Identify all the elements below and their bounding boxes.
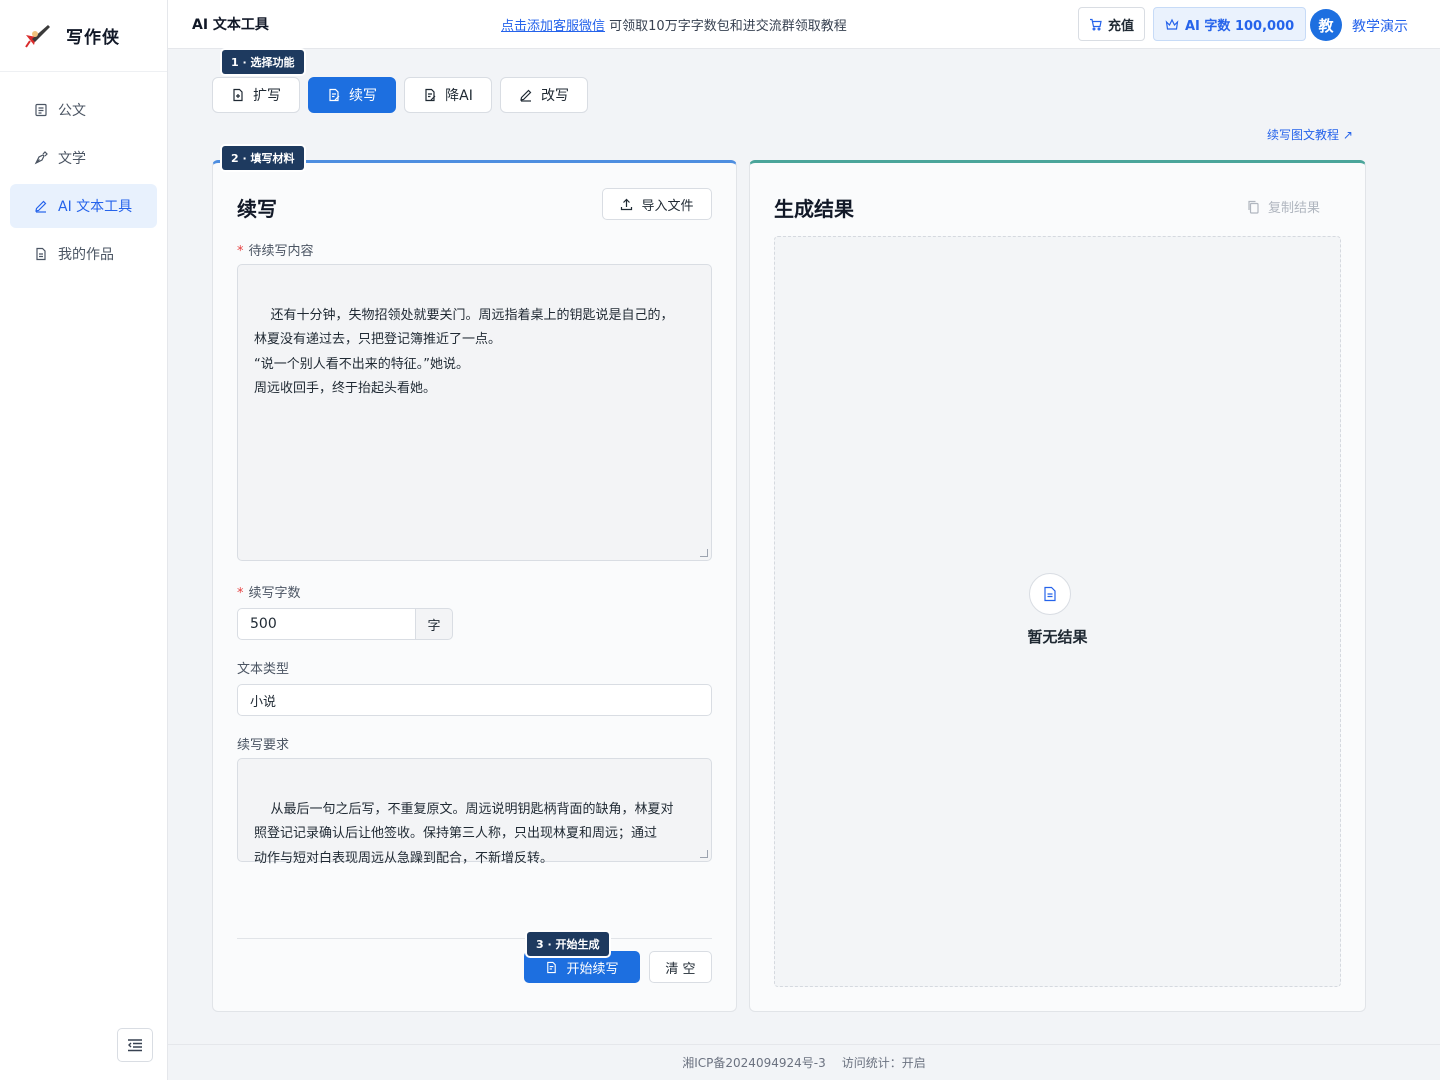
sidebar-item-label: 公文	[58, 103, 86, 119]
copy-result-button[interactable]: 复制结果	[1247, 197, 1320, 216]
import-label: 导入文件	[641, 198, 694, 214]
requirement-text: 从最后一句之后写，不重复原文。周远说明钥匙柄背面的缺角，林夏对 照登记记录确认后…	[254, 801, 674, 866]
content-field-label: * 待续写内容	[237, 240, 314, 259]
file-edit-icon	[327, 88, 341, 102]
step-badge-fill-material: 2 · 填写材料	[222, 146, 304, 170]
sidebar-item-label: 我的作品	[58, 247, 114, 263]
sidebar-item-literature[interactable]: 文学	[10, 136, 157, 180]
logo[interactable]: 写作侠	[0, 0, 167, 72]
tab-label: 扩写	[253, 88, 281, 104]
menu-collapse-icon	[128, 1039, 142, 1052]
resize-handle[interactable]	[700, 549, 708, 557]
add-wechat-link[interactable]: 点击添加客服微信	[501, 19, 605, 34]
word-quota-badge[interactable]: AI 字数 100,000	[1153, 7, 1307, 41]
sidebar-item-label: AI 文本工具	[58, 199, 133, 215]
user-name[interactable]: 教学演示	[1352, 16, 1408, 36]
sidebar-item-my-works[interactable]: 我的作品	[10, 232, 157, 276]
app-name: 写作侠	[66, 28, 120, 48]
copy-icon	[1247, 200, 1260, 214]
required-mark: *	[237, 586, 244, 601]
count-field-label: * 续写字数	[237, 582, 301, 601]
label-text: 续写字数	[248, 586, 301, 601]
requirement-textarea[interactable]: 从最后一句之后写，不重复原文。周远说明钥匙柄背面的缺角，林夏对 照登记记录确认后…	[237, 758, 712, 866]
sidebar-item-label: 文学	[58, 151, 86, 167]
result-panel: 生成结果 复制结果 暂无结果	[749, 160, 1366, 1012]
tab-label: 续写	[349, 88, 377, 104]
step-badge-start-generate: 3 · 开始生成	[527, 932, 609, 956]
pen-nib-icon	[34, 151, 48, 165]
file-shield-icon	[423, 88, 437, 102]
tab-continue[interactable]: 续写	[308, 77, 396, 113]
tab-rewrite[interactable]: 改写	[500, 77, 588, 113]
page-title: AI 文本工具	[192, 17, 269, 33]
empty-file-icon	[1029, 573, 1071, 615]
sidebar-item-ai-text-tools[interactable]: AI 文本工具	[10, 184, 157, 228]
file-edit-icon	[545, 961, 558, 974]
sidebar-item-official-docs[interactable]: 公文	[10, 88, 157, 132]
divider	[237, 938, 712, 939]
empty-state-text: 暂无结果	[1027, 628, 1088, 646]
document-list-icon	[34, 103, 48, 117]
required-mark: *	[237, 244, 244, 259]
tab-expand[interactable]: 扩写	[212, 77, 300, 113]
upload-icon	[620, 198, 633, 211]
tab-label: 改写	[541, 88, 569, 104]
recharge-button[interactable]: 充值	[1078, 7, 1146, 41]
notice-text: 可领取10万字字数包和进交流群领取教程	[609, 18, 847, 34]
collapse-sidebar-button[interactable]	[117, 1028, 153, 1062]
recharge-label: 充值	[1108, 18, 1135, 34]
visit-stats: 访问统计：开启	[841, 1056, 926, 1070]
label-text: 待续写内容	[248, 244, 314, 259]
start-label: 开始续写	[566, 961, 619, 977]
crown-icon	[1165, 18, 1179, 30]
icp-link[interactable]: 湘ICP备2024094924号-3	[682, 1054, 825, 1071]
pencil-icon	[34, 199, 48, 213]
result-title: 生成结果	[774, 197, 854, 221]
form-title: 续写	[237, 197, 277, 221]
file-icon	[34, 247, 48, 261]
logo-icon	[25, 24, 50, 48]
result-area: 暂无结果	[774, 236, 1341, 987]
avatar[interactable]: 教	[1310, 9, 1342, 41]
resize-handle[interactable]	[700, 850, 708, 858]
clear-button[interactable]: 清 空	[649, 951, 712, 983]
content-text: 还有十分钟，失物招领处就要关门。周远指着桌上的钥匙说是自己的， 林夏没有递过去，…	[254, 307, 674, 397]
continue-tutorial-link[interactable]: 续写图文教程 ↗	[1267, 126, 1353, 143]
tab-label: 降AI	[445, 88, 473, 104]
cart-icon	[1090, 18, 1102, 31]
requirement-field-label: 续写要求	[237, 738, 290, 753]
import-file-button[interactable]: 导入文件	[602, 188, 712, 220]
content-textarea[interactable]: 还有十分钟，失物招领处就要关门。周远指着桌上的钥匙说是自己的， 林夏没有递过去，…	[237, 264, 712, 561]
text-type-input[interactable]: 小说	[237, 684, 712, 716]
input-panel: 续写 导入文件 * 待续写内容 还有十分钟，失物招领处就要关门。周远指着桌上的钥匙…	[212, 160, 737, 1012]
step-badge-select-function: 1 · 选择功能	[222, 50, 304, 74]
sidebar: 写作侠 公文 文学 AI 文本工具 我的作品	[0, 0, 168, 1080]
copy-label: 复制结果	[1268, 201, 1321, 216]
file-plus-icon	[231, 88, 245, 102]
footer: 湘ICP备2024094924号-3 访问统计：开启	[168, 1044, 1440, 1080]
quota-label: AI 字数 100,000	[1185, 18, 1295, 34]
pencil-icon	[519, 88, 533, 102]
word-count-unit: 字	[415, 608, 453, 640]
sidebar-nav: 公文 文学 AI 文本工具 我的作品	[0, 72, 167, 276]
word-count-input[interactable]: 500	[237, 608, 416, 640]
top-header: AI 文本工具 点击添加客服微信 可领取10万字字数包和进交流群领取教程 充值 …	[168, 0, 1440, 49]
type-field-label: 文本类型	[237, 662, 290, 677]
header-notice: 点击添加客服微信 可领取10万字字数包和进交流群领取教程	[501, 15, 847, 34]
tab-reduce-ai[interactable]: 降AI	[404, 77, 492, 113]
